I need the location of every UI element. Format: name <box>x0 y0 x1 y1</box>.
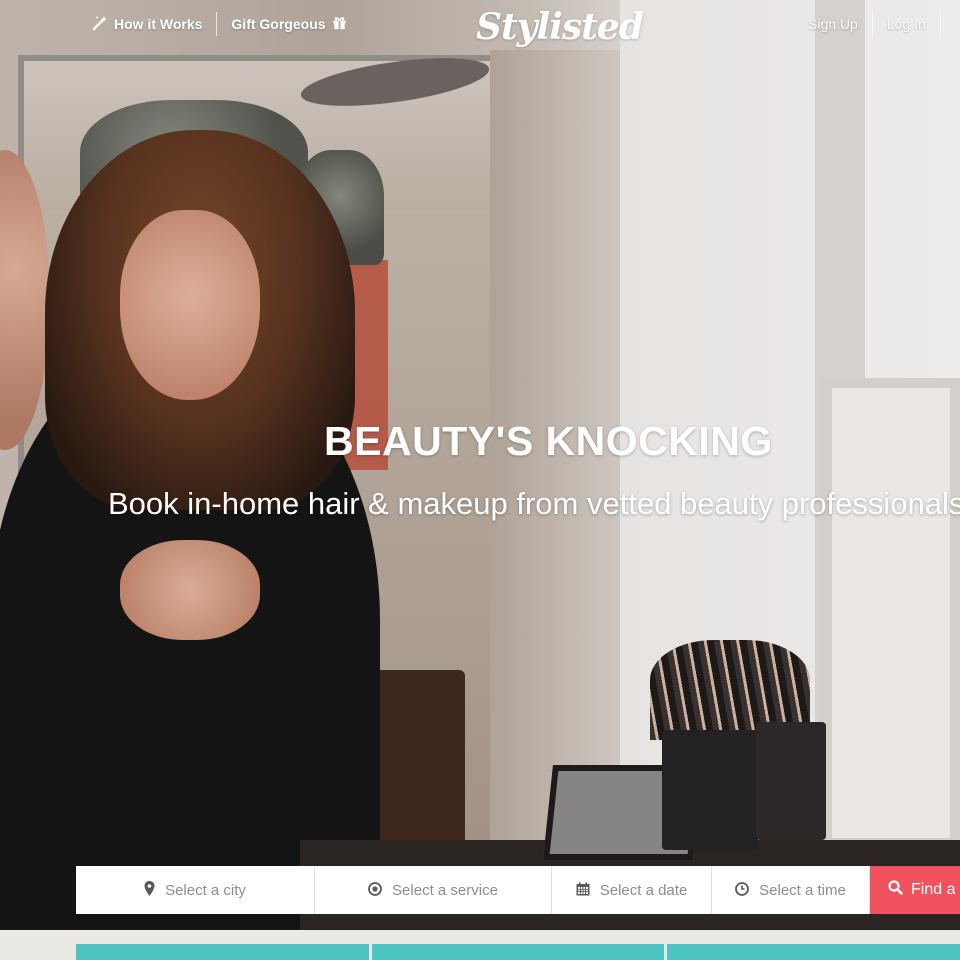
search-icon <box>888 880 903 900</box>
map-pin-icon <box>144 881 155 899</box>
feature-tiles <box>76 944 960 960</box>
nav-divider <box>216 12 218 36</box>
time-select[interactable]: Select a time <box>712 866 870 914</box>
find-button-label: Find a <box>911 881 956 898</box>
feature-tile[interactable] <box>76 944 369 960</box>
how-it-works-label: How it Works <box>114 16 203 32</box>
gift-gorgeous-label: Gift Gorgeous <box>231 16 326 32</box>
clock-icon <box>735 881 750 899</box>
sign-up-link[interactable]: Sign Up <box>808 16 858 32</box>
booking-search-bar: Select a city Select a service Select a … <box>76 866 960 914</box>
hero-overlay <box>0 0 960 930</box>
nav-divider <box>871 12 873 36</box>
date-select[interactable]: Select a date <box>552 866 712 914</box>
nav-divider <box>939 12 941 36</box>
target-icon <box>368 881 382 899</box>
feature-tile[interactable] <box>667 944 960 960</box>
city-select-label: Select a city <box>165 881 246 899</box>
feature-tile[interactable] <box>371 944 665 960</box>
hero-image <box>0 0 960 930</box>
hero-headline: BEAUTY'S KNOCKING <box>324 418 773 464</box>
nav-right: Sign Up Log In <box>808 12 955 36</box>
top-nav: How it Works Gift Gorgeous Stylisted Sig… <box>0 0 960 48</box>
log-in-link[interactable]: Log In <box>887 16 926 32</box>
service-select-label: Select a service <box>392 881 498 899</box>
time-select-label: Select a time <box>759 881 846 899</box>
nav-left: How it Works Gift Gorgeous <box>92 12 347 36</box>
how-it-works-link[interactable]: How it Works <box>92 15 202 34</box>
city-select[interactable]: Select a city <box>76 866 315 914</box>
magic-wand-icon <box>92 15 108 34</box>
gift-gorgeous-link[interactable]: Gift Gorgeous <box>231 15 346 33</box>
stylisted-logo[interactable]: Stylisted <box>476 6 644 48</box>
find-button[interactable]: Find a <box>870 866 960 914</box>
hero-subheadline: Book in-home hair & makeup from vetted b… <box>108 486 960 521</box>
service-select[interactable]: Select a service <box>315 866 552 914</box>
gift-icon <box>332 15 347 33</box>
date-select-label: Select a date <box>599 881 688 899</box>
calendar-icon <box>576 882 590 899</box>
